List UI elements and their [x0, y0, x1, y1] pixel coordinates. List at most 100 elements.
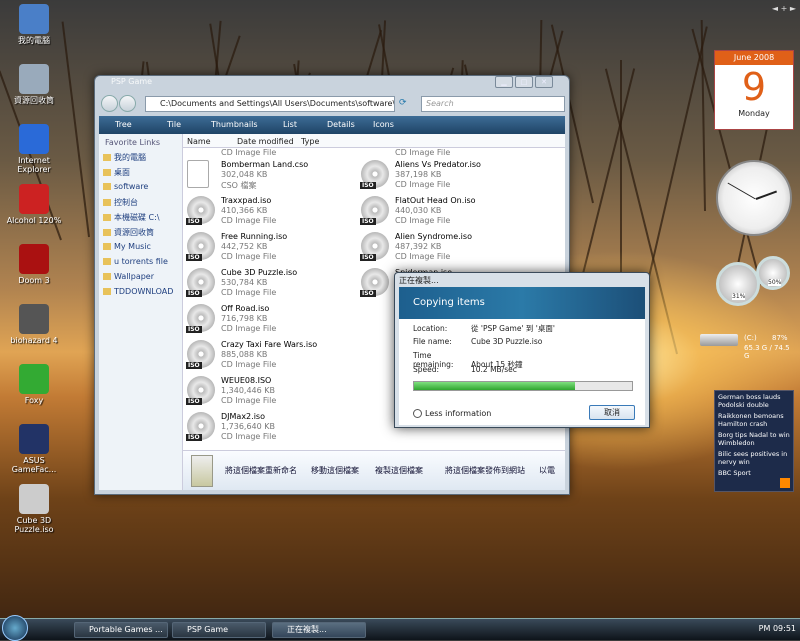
favorite-link[interactable]: software: [103, 182, 182, 192]
clock-gadget[interactable]: [716, 160, 792, 236]
file-type: CD Image File: [221, 396, 277, 405]
desktop-icon-label: 資源回收筒: [14, 96, 54, 105]
folder-icon: [103, 214, 111, 221]
folder-icon: [103, 199, 111, 206]
chevron-up-icon: [413, 409, 422, 418]
desktop-icon[interactable]: ASUS GameFac...: [4, 424, 64, 474]
tree-button[interactable]: Tree: [115, 116, 132, 134]
favorite-link[interactable]: TDDOWNLOAD: [103, 287, 182, 297]
calendar-gadget[interactable]: June 2008 9 Monday: [714, 50, 794, 130]
file-size: 716,798 KB: [221, 314, 268, 323]
favorite-link[interactable]: 資源回收筒: [103, 227, 182, 237]
copy-file-link[interactable]: 複製這個檔案: [375, 465, 423, 476]
dialog-body: Copying items Location: 從 'PSP Game' 到 '桌…: [399, 287, 645, 425]
command-toolbar: Tree Tile Thumbnails List Details Icons: [99, 116, 565, 134]
email-file-link[interactable]: 以電: [539, 465, 555, 476]
file-item[interactable]: ISO Cube 3D Puzzle.iso 530,784 KB CD Image …: [186, 266, 347, 302]
favorite-link[interactable]: 控制台: [103, 197, 182, 207]
task-portable-games[interactable]: Portable Games ...: [74, 622, 168, 638]
search-input[interactable]: Search: [421, 96, 565, 112]
desktop-icon-image: [19, 484, 49, 514]
desktop-icon-label: 我的電腦: [18, 36, 50, 45]
file-item[interactable]: ISO FlatOut Head On.iso 440,030 KB CD Image…: [360, 194, 521, 230]
copy-dialog[interactable]: 正在複製... Copying items Location: 從 'PSP Ga…: [394, 272, 650, 428]
col-type[interactable]: Type: [301, 137, 319, 146]
close-button[interactable]: ✕: [535, 76, 553, 88]
rss-icon[interactable]: [780, 478, 790, 488]
drive-size: 65.3 G / 74.5 G: [744, 344, 790, 360]
back-button[interactable]: [101, 95, 118, 112]
news-headline[interactable]: Bilic sees positives in nervy win: [718, 450, 790, 466]
col-date[interactable]: Date modified: [237, 137, 294, 146]
file-size: 387,198 KB: [395, 170, 442, 179]
thumbnails-button[interactable]: Thumbnails: [211, 116, 257, 134]
task-copying[interactable]: 正在複製...: [272, 622, 366, 638]
task-psp-game[interactable]: PSP Game: [172, 622, 266, 638]
favorite-link[interactable]: u torrents file: [103, 257, 182, 267]
disc-image-icon: ISO: [186, 376, 215, 405]
refresh-icon[interactable]: ⟳: [399, 98, 407, 108]
file-name: FlatOut Head On.iso: [395, 196, 476, 205]
news-headline[interactable]: German boss lauds Podolski double: [718, 393, 790, 409]
desktop-icon[interactable]: 我的電腦: [4, 4, 64, 45]
calendar-weekday: Monday: [738, 109, 770, 118]
clock-hour-hand: [755, 190, 778, 200]
favorite-link[interactable]: 我的電腦: [103, 152, 182, 162]
file-item[interactable]: ISO Alien Syndrome.iso 487,392 KB CD Image …: [360, 230, 521, 266]
start-button[interactable]: [2, 615, 28, 641]
file-name: Crazy Taxi Fare Wars.iso: [221, 340, 318, 349]
dialog-heading: Copying items: [399, 287, 645, 319]
forward-button[interactable]: [119, 95, 136, 112]
maximize-button[interactable]: □: [515, 76, 533, 88]
favorite-label: 控制台: [114, 198, 138, 207]
favorite-links: Favorite Links 我的電腦 桌面 software 控制台 本機磁碟 C:\…: [99, 134, 183, 490]
desktop-icon[interactable]: 資源回收筒: [4, 64, 64, 105]
file-item[interactable]: ISO Free Running.iso 442,752 KB CD Image Fi…: [186, 230, 347, 266]
cancel-button[interactable]: 取消: [589, 405, 635, 420]
icons-button[interactable]: Icons: [373, 116, 394, 134]
news-headline[interactable]: Borg tips Nadal to win Wimbledon: [718, 431, 790, 447]
less-info-toggle[interactable]: Less information: [413, 409, 491, 418]
cpu-meter[interactable]: 31%: [716, 262, 760, 306]
desktop-icon[interactable]: Internet Explorer: [4, 124, 64, 174]
favorite-link[interactable]: My Music: [103, 242, 182, 252]
location-label: Location:: [413, 324, 448, 333]
desktop-icon[interactable]: biohazard 4: [4, 304, 64, 345]
file-item[interactable]: ISO Crazy Taxi Fare Wars.iso 885,088 KB CD …: [186, 338, 347, 374]
folder-icon: [103, 183, 111, 190]
taskbar-clock[interactable]: PM 09:51: [759, 624, 796, 633]
path-input[interactable]: C:\Documents and Settings\All Users\Docu…: [145, 96, 395, 112]
desktop-icon[interactable]: Cube 3D Puzzle.iso: [4, 484, 64, 534]
list-button[interactable]: List: [283, 116, 297, 134]
minimize-button[interactable]: ▁: [495, 76, 513, 88]
sidebar-controls[interactable]: ◄ + ►: [772, 4, 796, 13]
folder-icon: [103, 243, 111, 250]
news-gadget[interactable]: German boss lauds Podolski double Raikkon…: [714, 390, 794, 492]
details-button[interactable]: Details: [327, 116, 355, 134]
tile-button[interactable]: Tile: [167, 116, 181, 134]
desktop-icon-image: [19, 424, 49, 454]
publish-file-link[interactable]: 將這個檔案發佈到網站: [445, 465, 525, 476]
favorite-link[interactable]: 桌面: [103, 167, 182, 177]
file-name: WEUE08.ISO: [221, 376, 272, 385]
move-file-link[interactable]: 移動這個檔案: [311, 465, 359, 476]
memory-meter[interactable]: 50%: [756, 256, 790, 290]
file-item[interactable]: ISO DJMax2.iso 1,736,640 KB CD Image File: [186, 410, 347, 446]
file-item[interactable]: ISO WEUE08.ISO 1,340,446 KB CD Image File: [186, 374, 347, 410]
news-headline[interactable]: Raikkonen bemoans Hamilton crash: [718, 412, 790, 428]
file-size: 885,088 KB: [221, 350, 268, 359]
desktop-icon[interactable]: Doom 3: [4, 244, 64, 285]
desktop-icon[interactable]: Foxy: [4, 364, 64, 405]
favorite-link[interactable]: Wallpaper: [103, 272, 182, 282]
rename-file-link[interactable]: 將這個檔案重新命名: [225, 465, 297, 476]
title-bar[interactable]: PSP Game ▁ □ ✕: [95, 76, 569, 90]
desktop-icon[interactable]: Alcohol 120%: [4, 184, 64, 225]
file-name: Cube 3D Puzzle.iso: [221, 268, 298, 277]
file-item[interactable]: ISO Traxxpad.iso 410,366 KB CD Image File: [186, 194, 347, 230]
file-item[interactable]: Bomberman Land.cso 302,048 KB CSO 檔案: [187, 158, 347, 194]
favorite-link[interactable]: 本機磁碟 C:\: [103, 212, 182, 222]
col-name[interactable]: Name: [187, 137, 211, 146]
file-item[interactable]: ISO Aliens Vs Predator.iso 387,198 KB CD Im…: [360, 158, 521, 194]
file-item[interactable]: ISO Off Road.iso 716,798 KB CD Image File: [186, 302, 347, 338]
disc-image-icon: ISO: [186, 196, 215, 225]
